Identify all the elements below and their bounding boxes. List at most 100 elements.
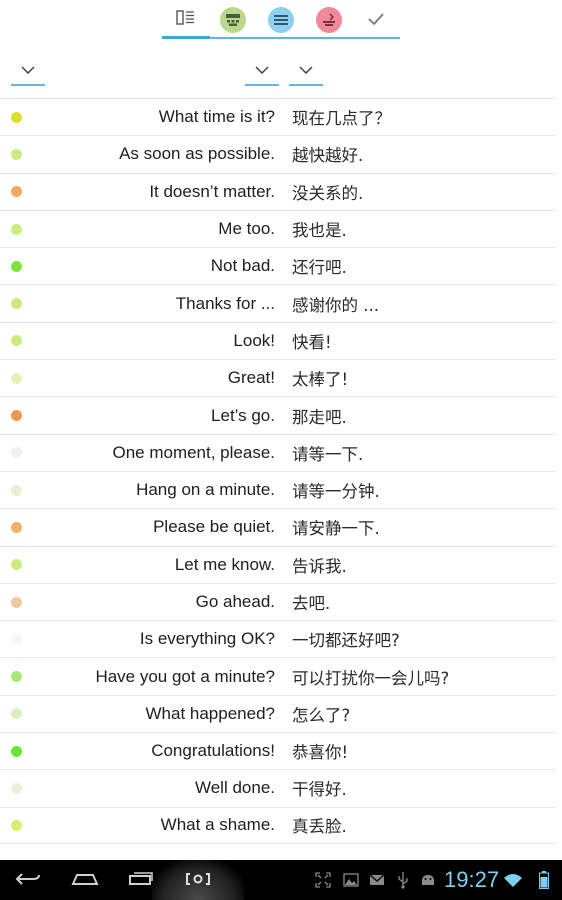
status-dot	[11, 447, 22, 459]
status-dot	[11, 633, 22, 645]
recents-button[interactable]	[124, 860, 158, 900]
list-item[interactable]: Look! 快看!	[0, 321, 556, 359]
chinese-phrase: 太棒了!	[292, 370, 349, 390]
english-phrase: Not bad.	[210, 256, 275, 276]
english-phrase: What time is it?	[158, 107, 275, 127]
battery-icon	[536, 860, 552, 900]
chinese-phrase: 一切都还好吧?	[292, 631, 400, 651]
status-dot	[11, 410, 22, 422]
chevron-down-icon	[299, 66, 313, 74]
chinese-phrase: 还行吧.	[292, 258, 347, 278]
status-dot	[11, 335, 22, 347]
phrase-list: What time is it? 现在几点了？ As soon as possibl…	[0, 98, 556, 844]
status-dot	[11, 148, 22, 160]
english-phrase: Go ahead.	[195, 592, 275, 611]
status-dot	[11, 298, 22, 310]
status-dot	[11, 559, 22, 571]
chinese-phrase: 那走吧.	[292, 407, 347, 427]
list-item[interactable]: As soon as possible. 越快越好.	[0, 135, 556, 172]
english-phrase: Great!	[227, 368, 275, 388]
status-dot	[11, 782, 22, 794]
tab-list[interactable]	[165, 4, 205, 36]
top-tab-bar	[0, 0, 562, 42]
list-item[interactable]: It doesn’t matter. 没关系的.	[0, 172, 556, 210]
english-phrase: Well done.	[194, 778, 275, 798]
list-item[interactable]: What time is it? 现在几点了？	[0, 98, 556, 135]
list-item[interactable]: Let’s go. 那走吧.	[0, 396, 556, 433]
chinese-phrase: 感谢你的 ...	[292, 295, 379, 315]
list-item[interactable]: Great! 太棒了!	[0, 359, 556, 396]
recents-icon	[128, 870, 154, 890]
filter-dropdown-3[interactable]	[289, 56, 323, 86]
english-phrase: As soon as possible.	[119, 144, 275, 164]
english-phrase: Thanks for ...	[175, 293, 275, 313]
back-icon	[15, 871, 41, 890]
status-dot	[11, 819, 22, 831]
chinese-phrase: 恭喜你!	[292, 743, 349, 763]
status-dot	[11, 186, 22, 198]
filter-dropdown-2[interactable]	[245, 56, 279, 86]
chinese-phrase: 告诉我.	[292, 556, 347, 576]
list-item[interactable]: Go ahead. 去吧.	[0, 582, 556, 620]
list-item[interactable]: Let me know. 告诉我.	[0, 545, 556, 583]
english-phrase: Congratulations!	[151, 741, 275, 761]
list-book-icon	[174, 8, 196, 32]
english-phrase: Have you got a minute?	[95, 666, 275, 686]
list-item[interactable]: Me too. 我也是.	[0, 209, 556, 247]
wifi-icon	[502, 860, 524, 900]
android-debug-icon	[417, 860, 439, 900]
list-item[interactable]: One moment, please. 请等一下.	[0, 433, 556, 471]
status-dot	[11, 521, 22, 533]
list-item[interactable]: Hang on a minute. 请等一分钟.	[0, 470, 556, 508]
screenshot-button[interactable]	[181, 860, 215, 900]
active-tab-indicator	[162, 36, 210, 39]
keypad-icon	[220, 7, 246, 33]
tab-quiz[interactable]	[213, 4, 253, 36]
fullscreen-icon	[313, 860, 333, 900]
list-item[interactable]: Please be quiet. 请安静一下.	[0, 508, 556, 545]
status-dot	[11, 671, 22, 683]
clock: 19:27	[444, 867, 500, 892]
speak-icon	[316, 7, 342, 33]
english-phrase: It doesn’t matter.	[149, 181, 275, 201]
list-item[interactable]: Is everything OK? 一切都还好吧?	[0, 620, 556, 657]
status-dot	[11, 484, 22, 496]
english-phrase: Hang on a minute.	[136, 480, 275, 500]
tab-speak[interactable]	[309, 4, 349, 36]
status-dot	[11, 372, 22, 384]
list-item[interactable]: What a shame. 真丢脸.	[0, 806, 556, 844]
chinese-phrase: 去吧.	[292, 594, 331, 613]
chinese-phrase: 越快越好.	[292, 146, 364, 166]
usb-icon	[393, 860, 413, 900]
english-phrase: Let me know.	[174, 554, 275, 574]
mail-icon	[367, 860, 387, 900]
chinese-phrase: 可以打扰你一会儿吗?	[292, 668, 450, 688]
chevron-down-icon	[255, 66, 269, 74]
status-dot	[11, 260, 22, 272]
chinese-phrase: 真丢脸.	[292, 817, 347, 837]
chinese-phrase: 现在几点了？	[292, 109, 391, 129]
list-item[interactable]: Well done. 干得好.	[0, 769, 556, 806]
back-button[interactable]	[10, 860, 46, 900]
chinese-phrase: 怎么了?	[292, 705, 351, 725]
chevron-down-icon	[21, 66, 35, 74]
list-item[interactable]: Thanks for ... 感谢你的 ...	[0, 284, 556, 321]
list-item[interactable]: Not bad. 还行吧.	[0, 247, 556, 284]
tab-lines[interactable]	[261, 4, 301, 36]
english-phrase: Please be quiet.	[153, 517, 275, 537]
status-dot	[11, 223, 22, 235]
english-phrase: Me too.	[218, 219, 275, 239]
list-item[interactable]: Congratulations! 恭喜你!	[0, 732, 556, 769]
chinese-phrase: 没关系的.	[292, 183, 364, 203]
chinese-phrase: 快看!	[292, 332, 332, 352]
chinese-phrase: 请等一下.	[292, 444, 364, 464]
english-phrase: One moment, please.	[112, 442, 275, 462]
english-phrase: What happened?	[145, 703, 276, 723]
home-button[interactable]	[68, 860, 102, 900]
status-dot	[11, 708, 22, 720]
list-item[interactable]: What happened? 怎么了?	[0, 694, 556, 732]
tab-done[interactable]	[356, 4, 396, 36]
list-item[interactable]: Have you got a minute? 可以打扰你一会儿吗?	[0, 657, 556, 694]
filter-dropdown-1[interactable]	[11, 56, 45, 86]
english-phrase: Look!	[233, 330, 275, 350]
